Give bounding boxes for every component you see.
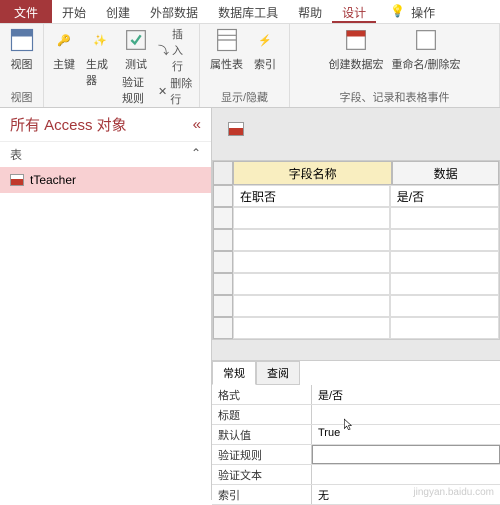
builder-icon: ✨ <box>86 26 114 54</box>
primary-key-button[interactable]: 🔑 主键 <box>50 26 78 72</box>
test-icon <box>122 26 150 54</box>
view-button[interactable]: 视图 <box>8 26 36 72</box>
property-sheet-icon <box>213 26 241 54</box>
tab-file[interactable]: 文件 <box>0 0 52 23</box>
row-selector[interactable] <box>213 185 233 207</box>
nav-section-tables[interactable]: 表 <box>10 146 22 163</box>
prop-caption-value[interactable] <box>312 405 500 424</box>
field-design-grid: 字段名称 数据 在职否 是/否 <box>212 160 500 340</box>
row-selector-header[interactable] <box>213 161 233 185</box>
rename-icon <box>412 26 440 54</box>
delete-row-button[interactable]: ✕ 删除行 <box>158 75 193 107</box>
prop-default-label: 默认值 <box>212 425 312 444</box>
prop-indexed-label: 索引 <box>212 485 312 504</box>
nav-title[interactable]: 所有 Access 对象 <box>10 114 127 135</box>
group-view-label: 视图 <box>11 87 33 105</box>
tell-me-icon[interactable]: 💡 <box>384 0 411 23</box>
insert-row-button[interactable]: ⤵ 插入行 <box>158 26 193 74</box>
tab-home[interactable]: 开始 <box>52 0 96 23</box>
tab-external[interactable]: 外部数据 <box>140 0 208 23</box>
prop-format-label: 格式 <box>212 385 312 404</box>
index-button[interactable]: ⚡ 索引 <box>251 26 279 72</box>
property-sheet-button[interactable]: 属性表 <box>210 26 243 72</box>
data-type-cell[interactable]: 是/否 <box>390 185 499 207</box>
prop-validation-rule-value[interactable] <box>312 445 500 464</box>
table-tab-icon[interactable] <box>228 122 244 136</box>
tab-dbtools[interactable]: 数据库工具 <box>208 0 288 23</box>
index-icon: ⚡ <box>251 26 279 54</box>
view-icon <box>8 26 36 54</box>
field-name-cell[interactable]: 在职否 <box>233 185 390 207</box>
prop-tab-general[interactable]: 常规 <box>212 361 256 385</box>
tab-help[interactable]: 帮助 <box>288 0 332 23</box>
group-events-label: 字段、记录和表格事件 <box>340 87 450 105</box>
create-macro-button[interactable]: 创建数据宏 <box>328 26 383 72</box>
prop-tab-lookup[interactable]: 查阅 <box>256 361 300 385</box>
test-validation-button[interactable]: 测试 验证规则 <box>122 26 150 106</box>
prop-caption-label: 标题 <box>212 405 312 424</box>
field-properties-pane: 常规 查阅 格式是/否 标题 默认值True 验证规则 验证文本 索引无 <box>212 360 500 505</box>
macro-icon <box>342 26 370 54</box>
prop-validation-rule-label: 验证规则 <box>212 445 312 464</box>
rename-delete-button[interactable]: 重命名/删除宏 <box>391 26 460 72</box>
nav-collapse-icon[interactable]: « <box>193 116 201 133</box>
tab-design[interactable]: 设计 <box>332 0 376 23</box>
watermark: jingyan.baidu.com <box>413 487 494 498</box>
col-data-type[interactable]: 数据 <box>392 161 499 185</box>
chevron-up-icon[interactable]: ⌃ <box>191 146 201 163</box>
tab-create[interactable]: 创建 <box>96 0 140 23</box>
group-showhide-label: 显示/隐藏 <box>221 87 268 105</box>
nav-item-tteacher[interactable]: tTeacher <box>0 167 211 193</box>
table-icon <box>10 174 24 186</box>
prop-default-value[interactable]: True <box>312 425 500 444</box>
key-icon: 🔑 <box>50 26 78 54</box>
prop-validation-text-label: 验证文本 <box>212 465 312 484</box>
col-field-name[interactable]: 字段名称 <box>233 161 392 185</box>
navigation-pane: 所有 Access 对象 « 表 ⌃ tTeacher <box>0 108 212 500</box>
prop-format-value[interactable]: 是/否 <box>312 385 500 404</box>
tab-tell-me[interactable]: 操作 <box>411 0 445 23</box>
prop-validation-text-value[interactable] <box>312 465 500 484</box>
builder-button[interactable]: ✨ 生成器 <box>86 26 114 88</box>
